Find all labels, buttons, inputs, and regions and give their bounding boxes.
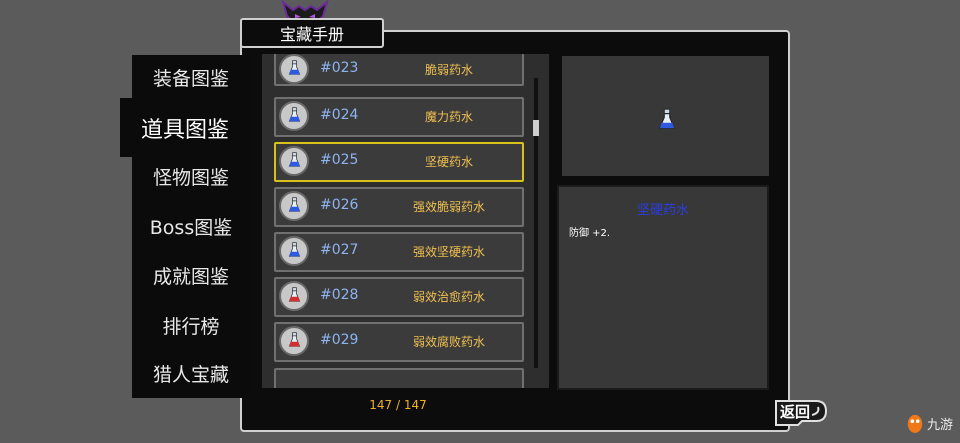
item-number: #029 xyxy=(320,332,359,348)
item-number: #024 xyxy=(320,107,359,123)
list-item[interactable]: #029 弱效腐败药水 xyxy=(274,322,524,362)
potion-icon xyxy=(279,236,309,266)
potion-icon xyxy=(658,108,676,129)
item-name: 弱效腐败药水 xyxy=(412,335,485,349)
tab-4[interactable]: 成就图鉴 xyxy=(132,253,250,297)
item-name: 脆弱药水 xyxy=(424,63,473,77)
potion-icon xyxy=(279,281,309,311)
item-number: #027 xyxy=(320,242,359,258)
category-tabs: 装备图鉴 道具图鉴 怪物图鉴 Boss图鉴 成就图鉴排行榜 猎人宝藏 xyxy=(120,55,250,398)
jiuyou-logo-icon xyxy=(907,414,923,433)
potion-icon xyxy=(279,54,309,84)
potion-icon xyxy=(279,146,309,176)
watermark: 九游 xyxy=(906,408,960,438)
item-name: 强效脆弱药水 xyxy=(412,200,485,214)
list-item[interactable]: #026 强效脆弱药水 xyxy=(274,187,524,227)
tab-6[interactable]: 猎人宝藏 xyxy=(132,351,250,395)
item-name: 魔力药水 xyxy=(424,110,473,124)
item-name: 强效坚硬药水 xyxy=(412,245,485,259)
list-item[interactable]: #023 脆弱药水 xyxy=(274,54,524,86)
tab-1[interactable]: 道具图鉴 xyxy=(120,99,250,157)
tab-2[interactable]: 怪物图鉴 xyxy=(132,154,250,198)
scrollbar-thumb[interactable] xyxy=(533,120,539,136)
item-detail-description: 防御 +2. xyxy=(569,228,611,239)
list-item[interactable]: #028 弱效治愈药水 xyxy=(274,277,524,317)
back-button[interactable]: 返回 xyxy=(772,397,830,427)
item-number: #028 xyxy=(320,287,359,303)
item-number: #023 xyxy=(320,60,359,76)
tab-0[interactable]: 装备图鉴 xyxy=(132,55,250,99)
tab-5[interactable]: 排行榜 xyxy=(132,303,250,347)
list-item-partial[interactable] xyxy=(274,368,524,388)
list-item[interactable]: #027 强效坚硬药水 xyxy=(274,232,524,272)
page-title: 宝藏手册 xyxy=(240,18,384,48)
tab-3[interactable]: Boss图鉴 xyxy=(132,204,250,248)
item-list[interactable]: #023 脆弱药水 #024 魔力药水 #025 坚硬药水 #026 强效脆弱药水 #027 强效… xyxy=(262,54,549,388)
potion-icon xyxy=(279,101,309,131)
item-preview xyxy=(562,56,769,176)
potion-icon xyxy=(279,191,309,221)
item-detail-name: 坚硬药水 xyxy=(636,203,689,218)
watermark-text: 九游 xyxy=(927,417,954,433)
list-item[interactable]: #024 魔力药水 xyxy=(274,97,524,137)
back-button-label: 返回 xyxy=(779,403,810,421)
item-name: 坚硬药水 xyxy=(424,155,473,169)
collection-count: 147 / 147 xyxy=(369,398,427,412)
list-item[interactable]: #025 坚硬药水 xyxy=(274,142,524,182)
item-number: #026 xyxy=(320,197,359,213)
item-description-panel: 坚硬药水 防御 +2. xyxy=(557,185,769,390)
potion-icon xyxy=(279,326,309,356)
item-name: 弱效治愈药水 xyxy=(412,290,485,304)
item-number: #025 xyxy=(320,152,359,168)
